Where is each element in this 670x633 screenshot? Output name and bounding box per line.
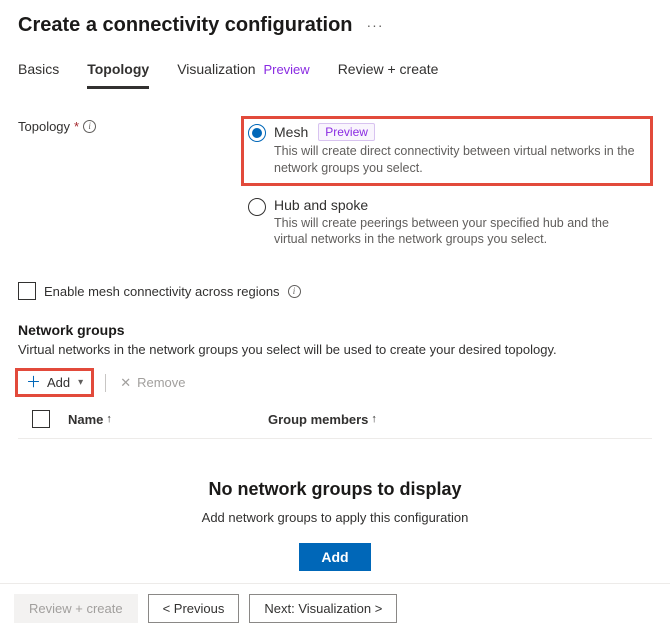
enable-mesh-checkbox[interactable] (18, 282, 36, 300)
tab-visualization[interactable]: Visualization Preview (177, 55, 310, 89)
empty-state-desc: Add network groups to apply this configu… (18, 510, 652, 525)
add-button[interactable]: ＋ Add ▾ (18, 371, 91, 394)
page-title: Create a connectivity configuration (18, 14, 353, 37)
empty-add-button[interactable]: Add (299, 543, 370, 571)
radio-mesh[interactable]: Mesh Preview This will create direct con… (242, 117, 652, 185)
sort-arrow-icon: ↑ (371, 413, 377, 425)
preview-badge: Preview (318, 123, 375, 141)
review-create-button: Review + create (14, 594, 138, 623)
radio-mesh-desc: This will create direct connectivity bet… (274, 143, 644, 177)
select-all-checkbox[interactable] (32, 410, 50, 428)
footer-bar: Review + create < Previous Next: Visuali… (0, 583, 670, 633)
next-button[interactable]: Next: Visualization > (249, 594, 397, 623)
table-header: Name ↑ Group members ↑ (18, 394, 652, 439)
column-name[interactable]: Name ↑ (68, 412, 268, 427)
sort-arrow-icon: ↑ (106, 413, 112, 425)
radio-hub-spoke-label: Hub and spoke (274, 197, 368, 213)
enable-mesh-label: Enable mesh connectivity across regions (44, 284, 280, 299)
empty-state-title: No network groups to display (18, 479, 652, 500)
network-groups-desc: Virtual networks in the network groups y… (18, 342, 652, 357)
radio-hub-spoke-input[interactable] (248, 198, 266, 216)
topology-field-label: Topology * i (18, 117, 242, 134)
tab-topology[interactable]: Topology (87, 55, 149, 89)
radio-mesh-input[interactable] (248, 124, 266, 142)
previous-button[interactable]: < Previous (148, 594, 240, 623)
tab-basics[interactable]: Basics (18, 55, 59, 89)
info-icon[interactable]: i (83, 120, 96, 133)
network-groups-heading: Network groups (18, 322, 652, 338)
close-icon: ✕ (120, 375, 131, 391)
tab-review-create[interactable]: Review + create (338, 55, 439, 89)
radio-hub-spoke[interactable]: Hub and spoke This will create peerings … (242, 191, 652, 257)
preview-badge: Preview (263, 62, 309, 77)
toolbar-separator (105, 374, 106, 392)
radio-hub-spoke-desc: This will create peerings between your s… (274, 215, 644, 249)
plus-icon: ＋ (26, 375, 41, 390)
info-icon[interactable]: i (288, 285, 301, 298)
chevron-down-icon: ▾ (78, 377, 83, 388)
more-icon[interactable]: ··· (367, 17, 384, 35)
tab-visualization-label: Visualization (177, 61, 255, 77)
column-group-members[interactable]: Group members ↑ (268, 412, 377, 427)
tab-bar: Basics Topology Visualization Preview Re… (0, 45, 670, 89)
add-button-label: Add (47, 375, 70, 390)
remove-button-label: Remove (137, 375, 185, 390)
radio-mesh-label: Mesh (274, 124, 308, 140)
remove-button: ✕ Remove (120, 375, 185, 391)
empty-state: No network groups to display Add network… (18, 439, 652, 601)
